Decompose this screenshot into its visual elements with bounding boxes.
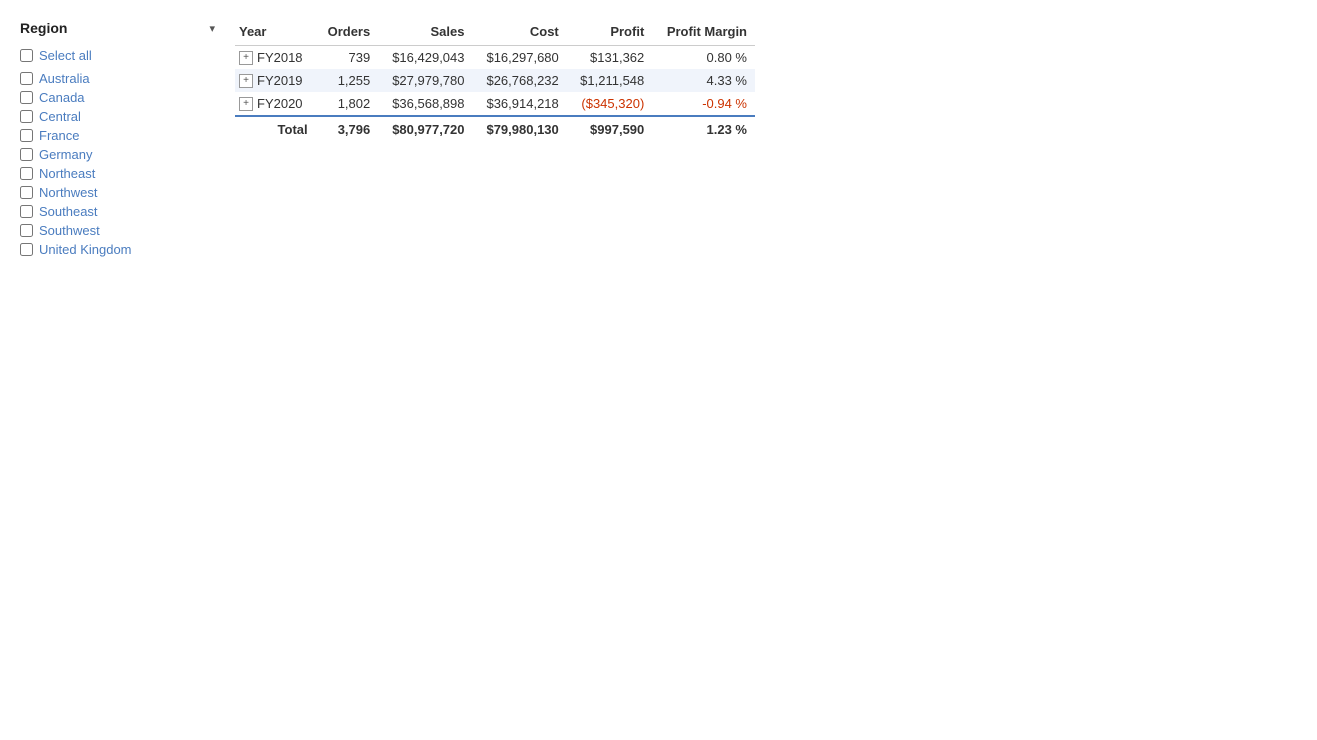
chevron-down-icon: ▾	[209, 22, 215, 35]
cell-sales-0: $16,429,043	[378, 46, 472, 70]
expand-btn-2[interactable]: +	[239, 97, 253, 111]
label-unitedkingdom[interactable]: United Kingdom	[39, 242, 132, 257]
table-row: + FY2020 1,802$36,568,898$36,914,218($345,…	[235, 92, 755, 116]
cell-margin-2: -0.94 %	[652, 92, 755, 116]
cell-year-0: + FY2018	[235, 46, 316, 70]
filter-items-list: Australia Canada Central France Germany North…	[20, 69, 215, 259]
label-southeast[interactable]: Southeast	[39, 204, 98, 219]
checkbox-germany[interactable]	[20, 148, 33, 161]
label-germany[interactable]: Germany	[39, 147, 92, 162]
total-margin-cell: 1.23 %	[652, 116, 755, 141]
region-filter-panel: Region ▾ Select all Australia Canada Centr…	[20, 20, 215, 259]
total-sales-cell: $80,977,720	[378, 116, 472, 141]
table-header-row: Year Orders Sales Cost Profit Profit Mar…	[235, 20, 755, 46]
checkbox-northeast[interactable]	[20, 167, 33, 180]
total-label-cell: Total	[235, 116, 316, 141]
label-canada[interactable]: Canada	[39, 90, 85, 105]
filter-item-germany[interactable]: Germany	[20, 145, 215, 164]
label-central[interactable]: Central	[39, 109, 81, 124]
select-all-label[interactable]: Select all	[39, 48, 92, 63]
filter-item-central[interactable]: Central	[20, 107, 215, 126]
region-filter-title: Region	[20, 20, 67, 36]
total-orders-cell: 3,796	[316, 116, 379, 141]
cell-cost-2: $36,914,218	[473, 92, 567, 116]
cell-year-1: + FY2019	[235, 69, 316, 92]
expand-btn-1[interactable]: +	[239, 74, 253, 88]
cell-year-2: + FY2020	[235, 92, 316, 116]
col-header-orders: Orders	[316, 20, 379, 46]
label-southwest[interactable]: Southwest	[39, 223, 100, 238]
filter-item-southeast[interactable]: Southeast	[20, 202, 215, 221]
cell-cost-1: $26,768,232	[473, 69, 567, 92]
checkbox-unitedkingdom[interactable]	[20, 243, 33, 256]
label-northeast[interactable]: Northeast	[39, 166, 95, 181]
col-header-cost: Cost	[473, 20, 567, 46]
cell-profit-1: $1,211,548	[567, 69, 653, 92]
select-all-item[interactable]: Select all	[20, 46, 215, 65]
select-all-checkbox[interactable]	[20, 49, 33, 62]
total-profit-cell: $997,590	[567, 116, 653, 141]
checkbox-central[interactable]	[20, 110, 33, 123]
cell-margin-0: 0.80 %	[652, 46, 755, 70]
label-france[interactable]: France	[39, 128, 79, 143]
total-row: Total3,796$80,977,720$79,980,130$997,590…	[235, 116, 755, 141]
col-header-profit-margin: Profit Margin	[652, 20, 755, 46]
checkbox-australia[interactable]	[20, 72, 33, 85]
filter-item-canada[interactable]: Canada	[20, 88, 215, 107]
checkbox-southwest[interactable]	[20, 224, 33, 237]
label-australia[interactable]: Australia	[39, 71, 90, 86]
total-cost-cell: $79,980,130	[473, 116, 567, 141]
checkbox-france[interactable]	[20, 129, 33, 142]
cell-sales-2: $36,568,898	[378, 92, 472, 116]
cell-orders-0: 739	[316, 46, 379, 70]
col-header-sales: Sales	[378, 20, 472, 46]
cell-orders-2: 1,802	[316, 92, 379, 116]
cell-profit-2: ($345,320)	[567, 92, 653, 116]
cell-cost-0: $16,297,680	[473, 46, 567, 70]
cell-sales-1: $27,979,780	[378, 69, 472, 92]
filter-item-southwest[interactable]: Southwest	[20, 221, 215, 240]
data-table-area: Year Orders Sales Cost Profit Profit Mar…	[235, 20, 1297, 259]
col-header-profit: Profit	[567, 20, 653, 46]
cell-orders-1: 1,255	[316, 69, 379, 92]
data-table: Year Orders Sales Cost Profit Profit Mar…	[235, 20, 755, 141]
col-header-year: Year	[235, 20, 316, 46]
checkbox-canada[interactable]	[20, 91, 33, 104]
year-value-0: FY2018	[257, 50, 303, 65]
filter-item-northeast[interactable]: Northeast	[20, 164, 215, 183]
checkbox-southeast[interactable]	[20, 205, 33, 218]
table-row: + FY2019 1,255$27,979,780$26,768,232$1,211…	[235, 69, 755, 92]
filter-item-france[interactable]: France	[20, 126, 215, 145]
cell-margin-1: 4.33 %	[652, 69, 755, 92]
checkbox-northwest[interactable]	[20, 186, 33, 199]
table-row: + FY2018 739$16,429,043$16,297,680$131,362…	[235, 46, 755, 70]
filter-item-unitedkingdom[interactable]: United Kingdom	[20, 240, 215, 259]
filter-item-australia[interactable]: Australia	[20, 69, 215, 88]
filter-item-northwest[interactable]: Northwest	[20, 183, 215, 202]
label-northwest[interactable]: Northwest	[39, 185, 98, 200]
expand-btn-0[interactable]: +	[239, 51, 253, 65]
year-value-2: FY2020	[257, 96, 303, 111]
year-value-1: FY2019	[257, 73, 303, 88]
cell-profit-0: $131,362	[567, 46, 653, 70]
region-filter-header[interactable]: Region ▾	[20, 20, 215, 36]
table-body: + FY2018 739$16,429,043$16,297,680$131,362…	[235, 46, 755, 142]
